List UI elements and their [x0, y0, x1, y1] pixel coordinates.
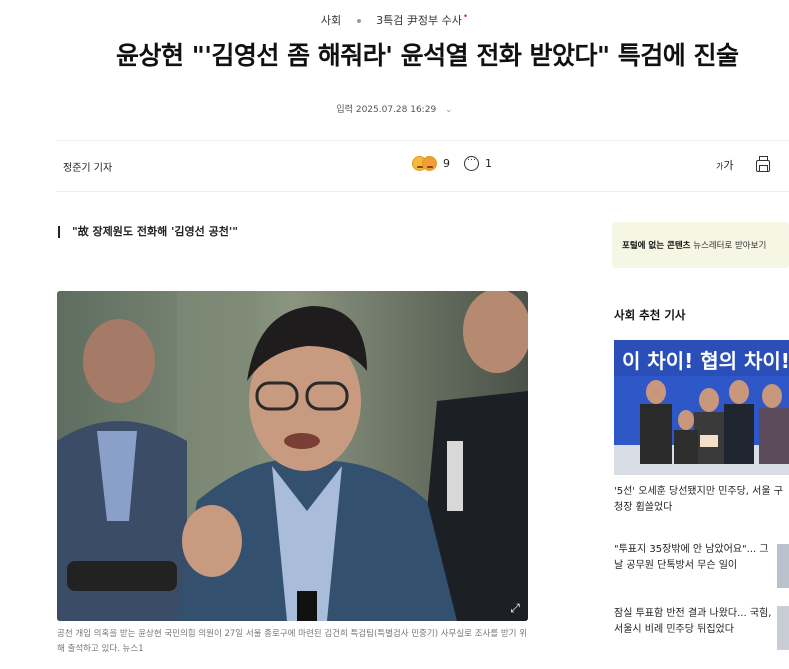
recommended-image-illustration: 이 차이! 협의 차이!: [614, 340, 789, 475]
recommended-thumbnail-2[interactable]: [777, 544, 789, 588]
banner-text: 이 차이! 협의 차이!: [622, 349, 789, 373]
publish-date[interactable]: 입력 2025.07.28 16:29 ⌄: [0, 102, 789, 115]
reactions-count: 9: [443, 157, 450, 170]
print-icon[interactable]: [755, 156, 770, 172]
recommended-article-image[interactable]: 이 차이! 협의 차이!: [614, 340, 789, 475]
breadcrumb-separator: [356, 19, 361, 23]
photo-illustration: [57, 291, 528, 621]
article-meta-bar: 정준기 기자 9 1 가가: [56, 140, 789, 192]
breadcrumb-section[interactable]: 사회: [321, 14, 341, 27]
emoji-reaction-icon-2: [422, 156, 437, 171]
article-subheading: "故 장제원도 전화해 '김영선 공천'": [58, 226, 238, 238]
comments-count: 1: [485, 157, 492, 170]
promo-text: 포털에 없는 콘텐츠 뉴스레터로 받아보기: [622, 241, 767, 251]
chevron-down-icon[interactable]: ⌄: [445, 105, 453, 115]
comment-bubble-icon[interactable]: [464, 153, 479, 171]
recommended-section-title: 사회 추천 기사: [614, 308, 686, 322]
date-label: 입력: [336, 105, 353, 115]
article-photo[interactable]: ⤢: [57, 291, 528, 621]
font-size-icon[interactable]: 가가: [716, 157, 734, 173]
expand-icon[interactable]: ⤢: [508, 601, 522, 615]
recommended-item-2[interactable]: "투표지 35장밖에 안 남았어요"... 그날 공무원 단톡방서 무슨 일이: [614, 542, 774, 574]
breadcrumb: 사회 3특검 尹정부 수사•: [0, 12, 789, 28]
article-tools: 가가: [716, 156, 770, 173]
newsletter-promo-banner[interactable]: 포털에 없는 콘텐츠 뉴스레터로 받아보기: [612, 222, 789, 268]
date-value: 2025.07.28 16:29: [355, 105, 437, 115]
photo-caption: 공천 개입 의혹을 받는 윤상현 국민의힘 의원이 27일 서울 종로구에 마련…: [57, 629, 528, 654]
reactions-group[interactable]: 9 1: [412, 153, 506, 171]
article-headline: 윤상현 "'김영선 좀 해줘라' 윤석열 전화 받았다" 특검에 진술: [116, 41, 739, 70]
breadcrumb-topic[interactable]: 3특검 尹정부 수사: [376, 14, 462, 27]
reporter-byline[interactable]: 정준기 기자: [63, 159, 112, 174]
recommended-item-1[interactable]: '5선' 오세훈 당선됐지만 민주당, 서울 구청장 휩쓸었다: [614, 484, 789, 516]
new-indicator-dot: •: [462, 12, 469, 22]
recommended-item-3[interactable]: 잠실 투표함 반전 결과 나왔다... 국힘, 서울시 비례 민주당 뒤집었다: [614, 606, 774, 638]
recommended-thumbnail-3[interactable]: [777, 606, 789, 650]
